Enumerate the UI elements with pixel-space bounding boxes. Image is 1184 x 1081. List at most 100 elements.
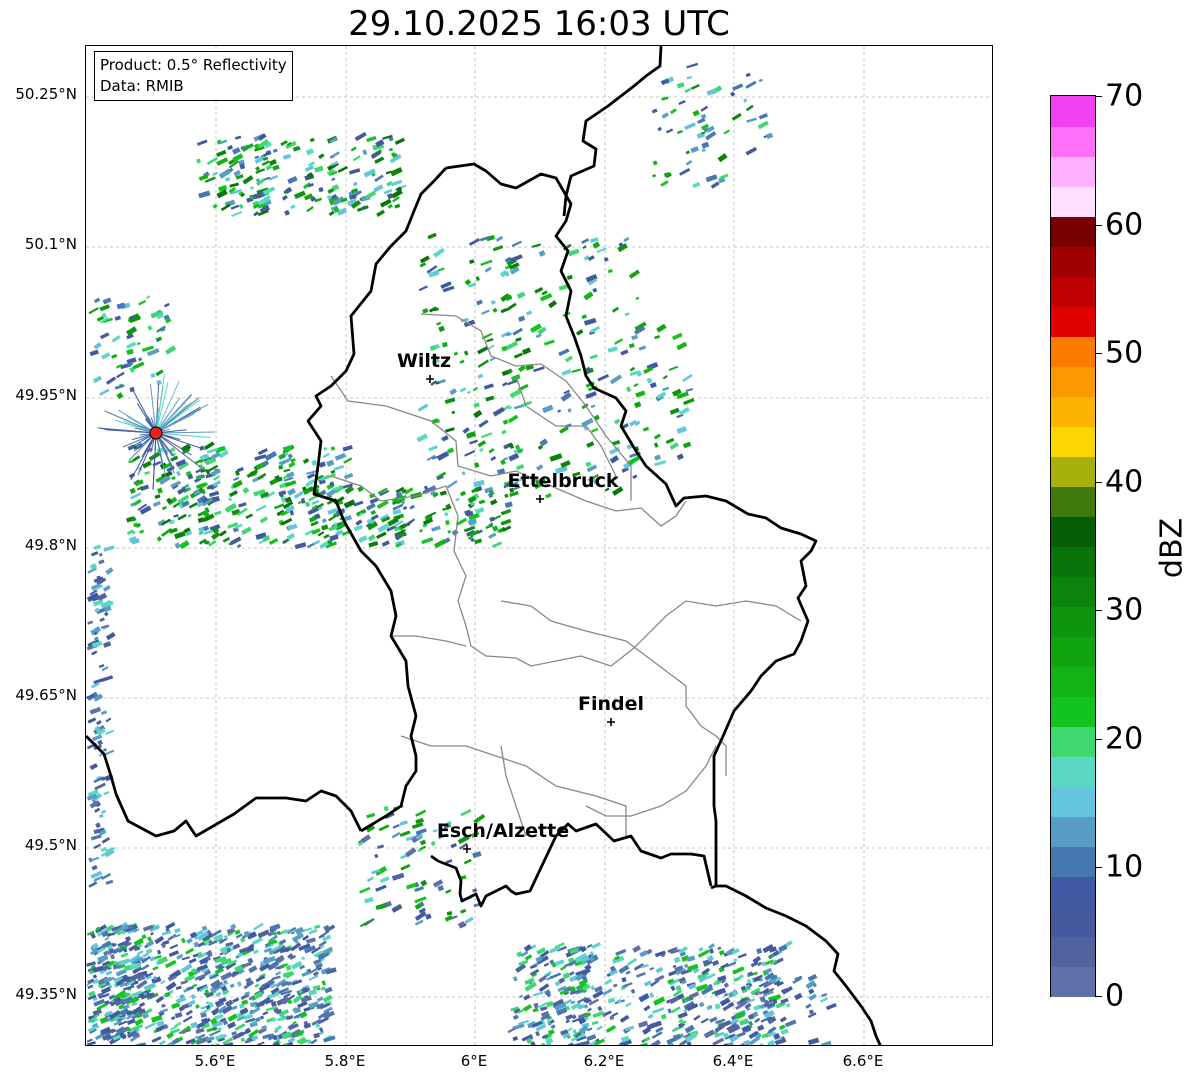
radar-echo-cell — [89, 763, 98, 771]
radar-echo-cell — [105, 717, 112, 723]
radar-echo-cell — [504, 501, 513, 509]
radar-echo-cell — [294, 190, 306, 199]
radar-echo-cell — [232, 147, 241, 155]
radar-echo-cell — [508, 452, 520, 462]
radar-echo-cell — [678, 100, 686, 106]
radar-echo-cell — [460, 808, 472, 817]
radar-echo-cell — [156, 379, 162, 386]
radar-echo-cell — [455, 497, 460, 502]
radar-echo-cell — [162, 940, 170, 946]
radar-echo-cell — [387, 203, 393, 209]
radar-echo-cell — [105, 376, 117, 385]
radar-echo-cell — [272, 148, 278, 153]
radar-echo-cell — [820, 997, 829, 1003]
radar-echo-cell — [625, 970, 631, 975]
radar-echo-cell — [821, 993, 828, 997]
radar-echo-cell — [500, 518, 512, 526]
radar-echo-cell — [808, 988, 815, 995]
colorbar-segment — [1051, 96, 1095, 127]
radar-echo-cell — [756, 947, 763, 955]
radar-echo-cell — [700, 105, 709, 112]
radar-echo-cell — [160, 1003, 166, 1008]
radar-echo-cell — [99, 388, 110, 396]
radar-echo-cell — [194, 1004, 200, 1009]
radar-echo-cell — [93, 544, 102, 551]
radar-echo-cell — [301, 971, 310, 977]
radar-echo-cell — [434, 539, 446, 549]
colorbar-segment — [1051, 876, 1095, 907]
radar-echo-cell — [328, 210, 335, 217]
radar-echo-cell — [604, 978, 613, 985]
radar-echo-cell — [512, 327, 523, 336]
radar-echo-cell — [248, 965, 258, 974]
radar-echo-cell — [723, 982, 730, 988]
radar-echo-cell — [431, 525, 441, 532]
radar-echo-cell — [469, 259, 475, 265]
radar-echo-cell — [614, 338, 624, 345]
radar-echo-cell — [445, 427, 455, 433]
radar-echo-cell — [543, 339, 555, 346]
radar-echo-cell — [399, 820, 408, 826]
radar-echo-cell — [638, 1020, 649, 1028]
radar-echo-cell — [230, 536, 242, 546]
radar-echo-cell — [698, 1001, 705, 1008]
colorbar-segment — [1051, 846, 1095, 877]
radar-echo-cell — [507, 414, 519, 424]
radar-echo-cell — [306, 206, 314, 213]
radar-echo-cell — [626, 957, 638, 966]
radar-echo-cell — [251, 937, 264, 946]
radar-echo-cell — [132, 361, 145, 370]
radar-echo-cell — [669, 442, 679, 450]
radar-echo-cell — [264, 450, 278, 461]
radar-echo-cell — [565, 1014, 574, 1021]
colorbar-tick-mark — [1096, 610, 1102, 612]
radar-echo-cell — [603, 257, 609, 262]
radar-echo-cell — [542, 404, 554, 414]
radar-echo-cell — [111, 353, 118, 359]
radar-echo-cell — [685, 387, 694, 393]
radar-echo-cell — [607, 346, 618, 353]
colorbar-segment — [1051, 186, 1095, 217]
radar-echo-cell — [634, 401, 642, 409]
radar-echo-cell — [342, 444, 353, 452]
radar-echo-cell — [282, 445, 292, 452]
radar-echo-cell — [632, 474, 638, 480]
radar-echo-cell — [343, 457, 353, 464]
radar-echo-cell — [234, 1023, 246, 1031]
radar-echo-cell — [321, 524, 329, 531]
radar-echo-cell — [220, 139, 228, 144]
radar-echo-cell — [394, 137, 405, 145]
radar-echo-cell — [331, 177, 336, 181]
radar-echo-cell — [532, 991, 544, 997]
lon-label: 6.6°E — [842, 1052, 884, 1070]
radar-echo-cell — [567, 1042, 574, 1045]
radar-echo-cell — [94, 782, 106, 791]
radar-echo-cell — [399, 830, 411, 838]
radar-echo-cell — [245, 513, 254, 520]
radar-echo-cell — [437, 885, 445, 892]
radar-echo-cell — [596, 1025, 603, 1031]
radar-echo-cell — [464, 450, 476, 457]
radar-echo-cell — [254, 983, 260, 988]
radar-echo-cell — [388, 147, 393, 152]
radar-echo-cell — [451, 410, 456, 415]
radar-echo-cell — [392, 503, 404, 511]
radar-echo-cell — [466, 390, 472, 395]
radar-echo-cell — [655, 1026, 664, 1034]
map-canvas — [86, 46, 992, 1045]
radar-echo-cell — [409, 504, 415, 510]
radar-echo-cell — [745, 72, 751, 78]
radar-echo-cell — [314, 924, 321, 930]
radar-echo-cell — [685, 150, 691, 155]
radar-echo-cell — [583, 317, 597, 326]
radar-echo-cell — [305, 937, 316, 944]
radar-echo-cell — [718, 949, 725, 956]
radar-echo-cell — [185, 1009, 193, 1016]
radar-echo-cell — [717, 153, 728, 163]
radar-echo-cell — [491, 541, 503, 549]
radar-echo-cell — [212, 203, 218, 209]
radar-echo-cell — [140, 964, 150, 971]
radar-echo-cell — [414, 886, 425, 893]
radar-echo-cell — [103, 545, 115, 552]
radar-echo-cell — [321, 518, 327, 524]
